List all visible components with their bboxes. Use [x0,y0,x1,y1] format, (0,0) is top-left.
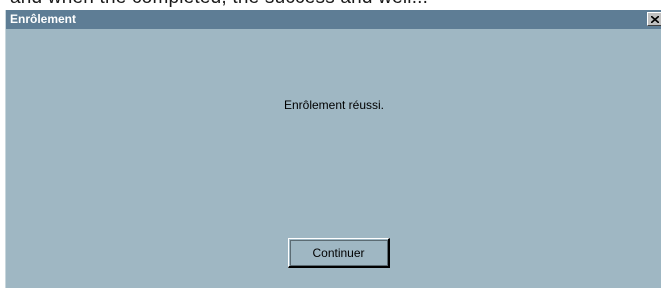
dialog-titlebar[interactable]: Enrôlement [6,10,661,29]
success-message: Enrôlement réussi. [283,98,385,112]
enrolment-dialog: Enrôlement Enrôlement réussi. Continuer [5,10,661,288]
dialog-title: Enrôlement [10,12,77,26]
continue-button[interactable]: Continuer [288,238,390,268]
background-partial-text: and when the completed, the success and … [10,0,428,9]
close-icon [651,15,659,23]
close-button[interactable] [647,12,661,26]
